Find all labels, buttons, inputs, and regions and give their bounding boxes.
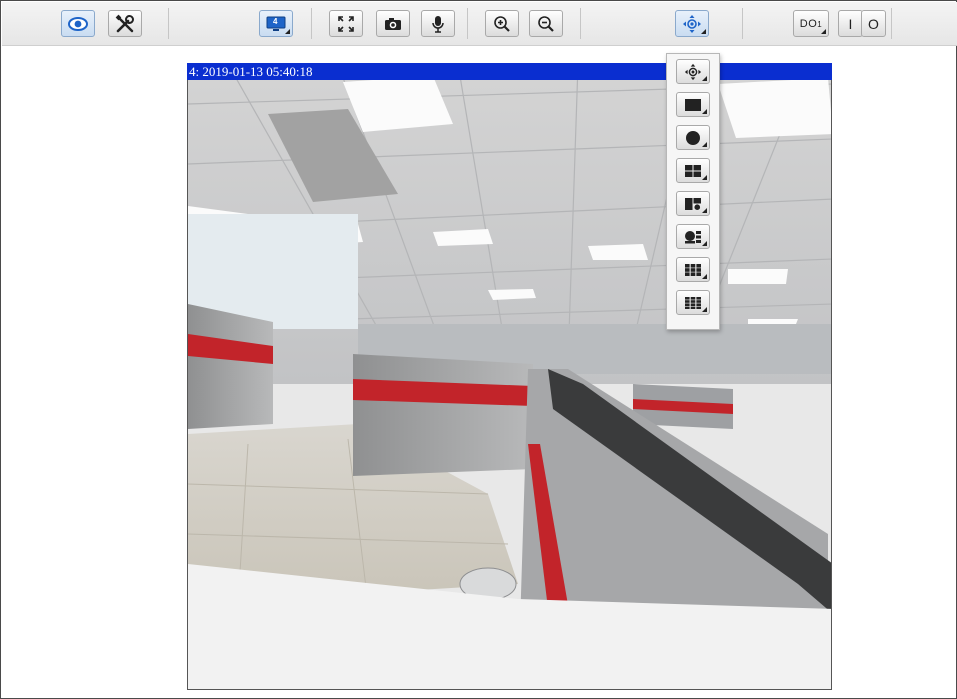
ptz-button[interactable] [675,10,709,37]
layout-dropdown-menu [666,53,720,330]
quad-view-icon [684,164,702,178]
toolbar-separator [580,8,581,39]
display-mode-icon: 4 [266,16,286,32]
toolbar-separator [311,8,312,39]
layout-menu-item-dual[interactable] [676,191,710,216]
display-mode-badge: 4 [273,16,278,26]
toolbar-separator [742,8,743,39]
microphone-button[interactable] [421,10,455,37]
toolbar: 4 DO1 I O [2,2,957,46]
grid-view-icon [684,263,702,277]
dropdown-corner-icon [702,241,707,246]
output-off-icon: O [868,15,879,32]
ptz-move-icon [682,14,702,34]
layout-menu-item-fisheye[interactable] [676,125,710,150]
fisheye-circle-icon [685,130,701,146]
zoom-in-icon [493,15,511,33]
single-view-icon [684,98,702,112]
digital-output-icon: DO1 [799,17,823,30]
dropdown-corner-icon [285,29,290,34]
zoom-out-icon [537,15,555,33]
fullscreen-button[interactable] [329,10,363,37]
output-on-icon: I [848,15,853,32]
layout-menu-item-single[interactable] [676,92,710,117]
camera-frame-image [188,64,831,689]
zoom-in-button[interactable] [485,10,519,37]
dropdown-corner-icon [702,142,707,147]
layout-menu-item-grid[interactable] [676,257,710,282]
multi-grid-view-icon [684,296,702,310]
camera-video-view[interactable] [187,63,832,690]
app-frame: 4 DO1 I O 4: 2019-01-13 05:40:18 [0,0,957,699]
dropdown-corner-icon [702,76,707,81]
dropdown-corner-icon [701,29,706,34]
settings-tools-icon [115,14,135,34]
dropdown-corner-icon [702,208,707,213]
layout-menu-item-multi-grid[interactable] [676,290,710,315]
live-view-icon [68,16,88,31]
live-view-button[interactable] [61,10,95,37]
settings-button[interactable] [108,10,142,37]
layout-menu-item-ptz[interactable] [676,59,710,84]
ptz-move-icon [684,63,702,81]
snapshot-camera-icon [384,17,402,31]
fullscreen-icon [338,15,354,32]
output-on-button[interactable]: I [838,10,863,37]
dual-panorama-icon [684,197,702,211]
toolbar-separator [891,8,892,39]
toolbar-separator [467,8,468,39]
output-off-button[interactable]: O [861,10,886,37]
zoom-out-button[interactable] [529,10,563,37]
dropdown-corner-icon [702,274,707,279]
dropdown-corner-icon [702,175,707,180]
fisheye-plus-views-icon [684,230,702,244]
dropdown-corner-icon [702,109,707,114]
video-timestamp-osd: 4: 2019-01-13 05:40:18 [187,63,832,80]
toolbar-separator [168,8,169,39]
layout-menu-item-fisheye-plus[interactable] [676,224,710,249]
dropdown-corner-icon [821,29,826,34]
microphone-icon [431,15,445,33]
digital-output-button[interactable]: DO1 [793,10,829,37]
dropdown-corner-icon [702,307,707,312]
layout-menu-item-quad[interactable] [676,158,710,183]
snapshot-button[interactable] [376,10,410,37]
display-mode-button[interactable]: 4 [259,10,293,37]
